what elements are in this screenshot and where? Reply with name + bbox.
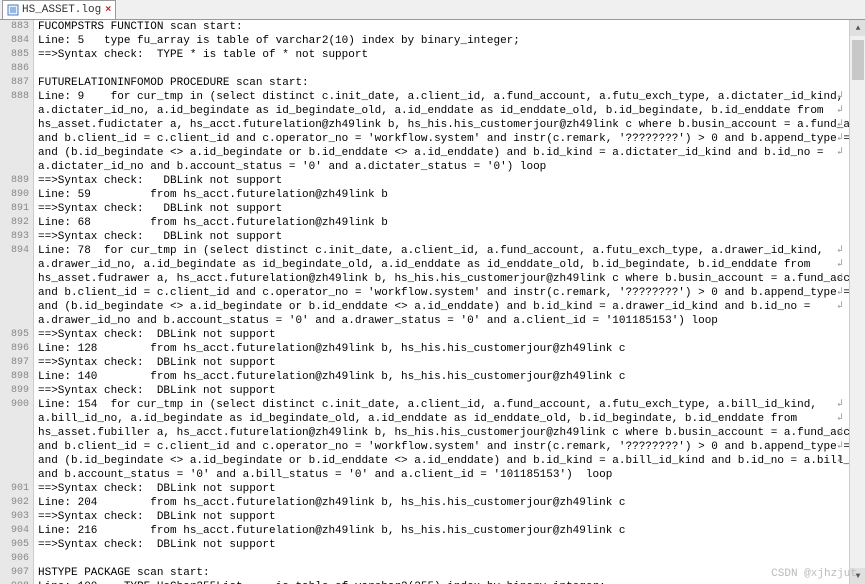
code-line: Line: 59 from hs_acct.futurelation@zh49l… [38, 188, 845, 202]
line-number: 897 [4, 356, 29, 370]
code-line: Line: 140 from hs_acct.futurelation@zh49… [38, 370, 845, 384]
code-line: ==>Syntax check: DBLink not support [38, 230, 845, 244]
line-number: 904 [4, 524, 29, 538]
file-tab[interactable]: HS_ASSET.log × [2, 0, 116, 19]
tab-title: HS_ASSET.log [22, 4, 101, 16]
code-line: ==>Syntax check: DBLink not support [38, 356, 845, 370]
code-line: a.drawer_id_no, a.id_begindate as id_beg… [38, 258, 845, 272]
code-line: Line: 5 type fu_array is table of varcha… [38, 34, 845, 48]
line-number: 896 [4, 342, 29, 356]
line-number: 905 [4, 538, 29, 552]
code-line: Line: 9 for cur_tmp in (select distinct … [38, 90, 845, 104]
code-line: a.dictater_id_no, a.id_begindate as id_b… [38, 104, 845, 118]
line-number [4, 426, 29, 440]
line-number-gutter: 8838848858868878888898908918928938948958… [0, 20, 34, 584]
line-number: 888 [4, 90, 29, 104]
line-number: 898 [4, 370, 29, 384]
tab-bar: HS_ASSET.log × [0, 0, 865, 20]
line-number [4, 104, 29, 118]
editor-area: 8838848858868878888898908918928938948958… [0, 20, 865, 584]
line-number: 900 [4, 398, 29, 412]
code-line: ==>Syntax check: DBLink not support [38, 384, 845, 398]
line-number: 895 [4, 328, 29, 342]
code-line: FUTURELATIONINFOMOD PROCEDURE scan start… [38, 76, 845, 90]
code-line: HSTYPE PACKAGE scan start: [38, 566, 845, 580]
line-number: 885 [4, 48, 29, 62]
line-number [4, 132, 29, 146]
line-number: 889 [4, 174, 29, 188]
vertical-scrollbar[interactable]: ▲ ▼ [849, 20, 865, 584]
line-number: 892 [4, 216, 29, 230]
code-line [38, 552, 845, 566]
line-number: 894 [4, 244, 29, 258]
line-number: 899 [4, 384, 29, 398]
line-number [4, 412, 29, 426]
line-number [4, 314, 29, 328]
code-line [38, 62, 845, 76]
code-line: and b.account_status = '0' and a.bill_st… [38, 468, 845, 482]
line-number: 890 [4, 188, 29, 202]
line-number: 907 [4, 566, 29, 580]
line-number [4, 160, 29, 174]
code-line: ==>Syntax check: DBLink not support [38, 174, 845, 188]
line-number [4, 146, 29, 160]
file-icon [7, 4, 19, 16]
line-number: 884 [4, 34, 29, 48]
code-line: Line: 78 for cur_tmp in (select distinct… [38, 244, 845, 258]
code-line: hs_asset.fudictater a, hs_acct.futurelat… [38, 118, 845, 132]
code-line: Line: 204 from hs_acct.futurelation@zh49… [38, 496, 845, 510]
code-content[interactable]: FUCOMPSTRS FUNCTION scan start:Line: 5 t… [34, 20, 849, 584]
code-line: and b.client_id = c.client_id and c.oper… [38, 440, 845, 454]
watermark: CSDN @xjhzjut [771, 568, 857, 580]
line-number: 902 [4, 496, 29, 510]
code-line: hs_asset.fudrawer a, hs_acct.futurelatio… [38, 272, 845, 286]
line-number: 883 [4, 20, 29, 34]
line-number: 901 [4, 482, 29, 496]
code-line: Line: 68 from hs_acct.futurelation@zh49l… [38, 216, 845, 230]
code-line: ==>Syntax check: DBLink not support [38, 202, 845, 216]
line-number [4, 118, 29, 132]
line-number: 908 [4, 580, 29, 584]
code-line: a.bill_id_no, a.id_begindate as id_begin… [38, 412, 845, 426]
code-line: hs_asset.fubiller a, hs_acct.futurelatio… [38, 426, 845, 440]
code-line: Line: 128 from hs_acct.futurelation@zh49… [38, 342, 845, 356]
code-line: a.dictater_id_no and b.account_status = … [38, 160, 845, 174]
line-number [4, 440, 29, 454]
line-number: 886 [4, 62, 29, 76]
line-number: 887 [4, 76, 29, 90]
code-line: Line: 154 for cur_tmp in (select distinc… [38, 398, 845, 412]
line-number: 903 [4, 510, 29, 524]
code-line: ==>Syntax check: DBLink not support [38, 482, 845, 496]
code-line: FUCOMPSTRS FUNCTION scan start: [38, 20, 845, 34]
line-number [4, 258, 29, 272]
code-line: Line: 216 from hs_acct.futurelation@zh49… [38, 524, 845, 538]
code-line: ==>Syntax check: DBLink not support [38, 538, 845, 552]
code-line: ==>Syntax check: DBLink not support [38, 510, 845, 524]
scroll-up-arrow[interactable]: ▲ [850, 20, 865, 36]
code-line: ==>Syntax check: TYPE * is table of * no… [38, 48, 845, 62]
line-number [4, 454, 29, 468]
line-number [4, 286, 29, 300]
line-number [4, 300, 29, 314]
code-line: and b.client_id = c.client_id and c.oper… [38, 132, 845, 146]
code-line: Line: 100 TYPE HsChar255List is table of… [38, 580, 845, 584]
code-line: a.drawer_id_no and b.account_status = '0… [38, 314, 845, 328]
code-line: and b.client_id = c.client_id and c.oper… [38, 286, 845, 300]
code-line: and (b.id_begindate <> a.id_begindate or… [38, 300, 845, 314]
line-number [4, 272, 29, 286]
code-line: ==>Syntax check: DBLink not support [38, 328, 845, 342]
scroll-thumb[interactable] [852, 40, 864, 80]
code-line: and (b.id_begindate <> a.id_begindate or… [38, 454, 845, 468]
code-line: and (b.id_begindate <> a.id_begindate or… [38, 146, 845, 160]
line-number: 891 [4, 202, 29, 216]
line-number [4, 468, 29, 482]
tab-close-icon[interactable]: × [105, 5, 111, 16]
line-number: 893 [4, 230, 29, 244]
line-number: 906 [4, 552, 29, 566]
